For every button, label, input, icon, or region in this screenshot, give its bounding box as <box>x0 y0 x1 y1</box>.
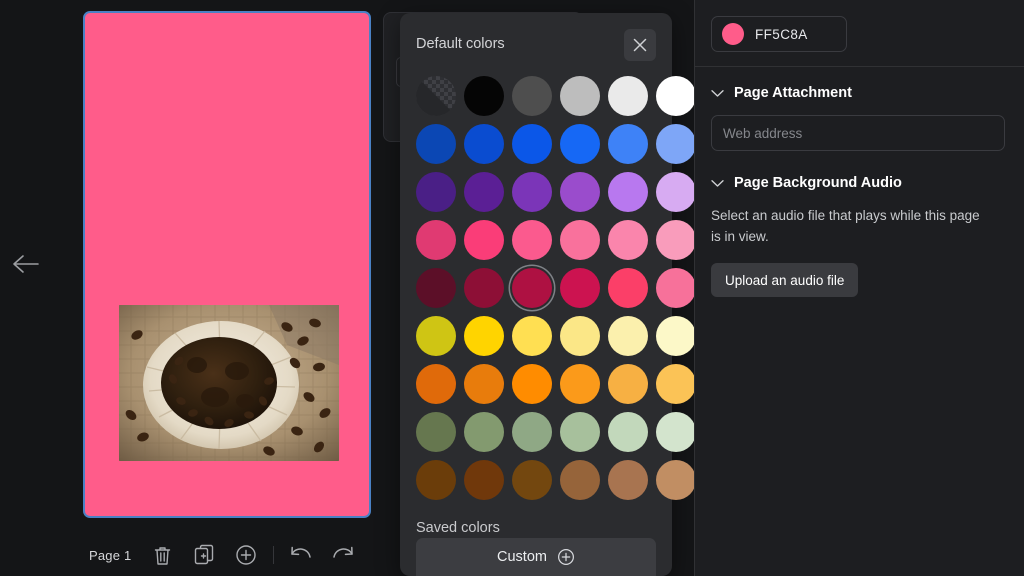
color-swatch[interactable] <box>656 316 696 356</box>
color-swatch[interactable] <box>656 76 696 116</box>
color-swatch[interactable] <box>560 220 600 260</box>
color-swatch[interactable] <box>464 316 504 356</box>
color-swatch[interactable] <box>464 412 504 452</box>
panel-divider <box>695 66 1024 67</box>
app-root: Page 1 Default colors Saved colors Custo… <box>0 0 1024 576</box>
color-swatch[interactable] <box>608 124 648 164</box>
chevron-down-icon <box>711 179 724 187</box>
page-attachment-title: Page Attachment <box>734 85 852 101</box>
color-swatch-dot <box>722 23 744 45</box>
color-swatch[interactable] <box>656 172 696 212</box>
color-swatch[interactable] <box>608 316 648 356</box>
plus-circle-icon <box>558 549 574 565</box>
color-swatch[interactable] <box>512 364 552 404</box>
color-swatch[interactable] <box>560 316 600 356</box>
color-swatch[interactable] <box>608 412 648 452</box>
color-swatch[interactable] <box>656 364 696 404</box>
redo-button[interactable] <box>322 540 364 570</box>
color-swatch[interactable] <box>560 412 600 452</box>
color-swatch[interactable] <box>464 172 504 212</box>
add-page-button[interactable] <box>225 540 267 570</box>
page-background-audio-header[interactable]: Page Background Audio <box>711 175 1008 191</box>
page-background-audio-description: Select an audio file that plays while th… <box>711 208 980 244</box>
color-swatch[interactable] <box>560 460 600 500</box>
color-swatch[interactable] <box>608 460 648 500</box>
page-label: Page 1 <box>89 547 132 563</box>
color-swatch[interactable] <box>464 364 504 404</box>
page-toolbar: Page 1 <box>83 538 371 572</box>
trash-icon <box>154 546 170 565</box>
color-picker-popup: Default colors Saved colors Custom <box>400 13 696 576</box>
color-swatch[interactable] <box>512 220 552 260</box>
color-hex-label: FF5C8A <box>755 26 808 42</box>
color-swatch[interactable] <box>608 268 648 308</box>
color-swatch[interactable] <box>512 76 552 116</box>
delete-page-button[interactable] <box>141 540 183 570</box>
color-swatch[interactable] <box>464 76 504 116</box>
page-background-audio-title: Page Background Audio <box>734 175 902 191</box>
color-swatch[interactable] <box>416 268 456 308</box>
color-swatch[interactable] <box>512 268 552 308</box>
right-panel: FF5C8A Page Attachment Page Background A… <box>694 0 1024 576</box>
undo-button[interactable] <box>280 540 322 570</box>
color-swatch[interactable] <box>656 220 696 260</box>
color-swatch[interactable] <box>464 460 504 500</box>
color-swatch[interactable] <box>464 268 504 308</box>
page-attachment-header[interactable]: Page Attachment <box>711 85 1008 101</box>
saved-colors-label: Saved colors <box>416 520 500 536</box>
canvas-image[interactable] <box>119 305 339 461</box>
color-swatch[interactable] <box>608 76 648 116</box>
page-canvas[interactable] <box>83 11 371 518</box>
color-swatch[interactable] <box>416 460 456 500</box>
duplicate-page-button[interactable] <box>183 540 225 570</box>
toolbar-divider <box>273 546 274 564</box>
custom-color-label: Custom <box>497 549 547 565</box>
color-swatch[interactable] <box>416 220 456 260</box>
color-swatch[interactable] <box>416 76 456 116</box>
page-attachment-section: Page Attachment <box>695 85 1024 151</box>
color-swatch[interactable] <box>416 412 456 452</box>
color-swatch[interactable] <box>464 220 504 260</box>
color-swatch[interactable] <box>512 412 552 452</box>
color-swatch[interactable] <box>512 316 552 356</box>
color-swatch[interactable] <box>416 124 456 164</box>
default-colors-grid <box>416 76 696 500</box>
chevron-down-icon <box>711 89 724 97</box>
color-swatch[interactable] <box>416 364 456 404</box>
color-swatch[interactable] <box>416 316 456 356</box>
back-button[interactable] <box>10 248 42 280</box>
arrow-left-icon <box>13 255 39 273</box>
color-swatch[interactable] <box>512 172 552 212</box>
color-swatch[interactable] <box>656 268 696 308</box>
color-picker-title: Default colors <box>416 36 505 52</box>
redo-icon <box>333 546 353 558</box>
undo-icon <box>291 546 311 558</box>
web-address-input[interactable] <box>711 115 1005 151</box>
color-swatch[interactable] <box>464 124 504 164</box>
duplicate-page-icon <box>194 544 214 565</box>
color-swatch[interactable] <box>608 220 648 260</box>
upload-audio-file-button[interactable]: Upload an audio file <box>711 263 859 297</box>
color-swatch[interactable] <box>416 172 456 212</box>
color-swatch[interactable] <box>560 364 600 404</box>
color-swatch[interactable] <box>512 124 552 164</box>
close-color-picker-button[interactable] <box>624 29 656 61</box>
color-swatch[interactable] <box>656 124 696 164</box>
color-swatch[interactable] <box>608 172 648 212</box>
color-swatch[interactable] <box>608 364 648 404</box>
color-swatch[interactable] <box>560 268 600 308</box>
color-swatch[interactable] <box>656 412 696 452</box>
custom-color-button[interactable]: Custom <box>416 538 656 576</box>
color-picker-header: Default colors <box>416 29 656 63</box>
plus-circle-icon <box>236 545 256 565</box>
coffee-filter-photo <box>119 305 339 461</box>
selected-color-chip[interactable]: FF5C8A <box>711 16 847 52</box>
close-icon <box>633 38 647 52</box>
color-swatch[interactable] <box>512 460 552 500</box>
color-swatch[interactable] <box>560 172 600 212</box>
page-background-audio-section: Page Background Audio Select an audio fi… <box>695 175 1024 297</box>
color-swatch[interactable] <box>560 124 600 164</box>
color-swatch[interactable] <box>656 460 696 500</box>
color-swatch[interactable] <box>560 76 600 116</box>
